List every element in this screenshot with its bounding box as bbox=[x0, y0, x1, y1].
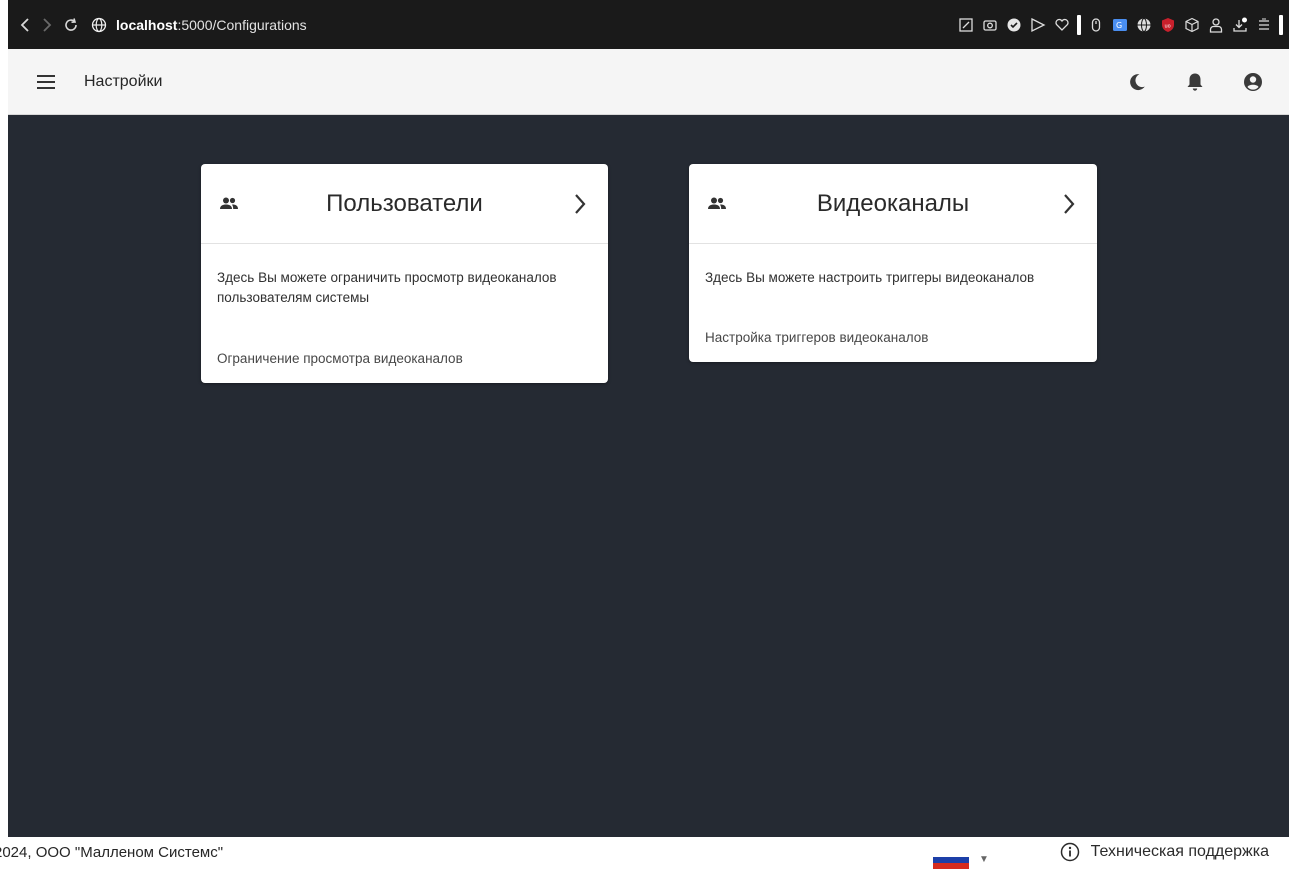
toolbar-divider bbox=[1077, 14, 1081, 35]
card-videochannels[interactable]: Видеоканалы Здесь Вы можете настроить тр… bbox=[689, 164, 1097, 362]
profile-icon[interactable] bbox=[1207, 16, 1225, 34]
ublock-icon[interactable]: uo bbox=[1159, 16, 1177, 34]
globe-extension-icon[interactable] bbox=[1135, 16, 1153, 34]
card-users[interactable]: Пользователи Здесь Вы можете ограничить … bbox=[201, 164, 608, 383]
card-title: Видеоканалы bbox=[816, 189, 970, 217]
send-icon[interactable] bbox=[1029, 16, 1047, 34]
page-title: Настройки bbox=[84, 72, 163, 90]
downloads-icon[interactable] bbox=[1231, 16, 1249, 34]
chevron-down-icon: ▼ bbox=[979, 853, 989, 865]
card-header[interactable]: Видеоканалы bbox=[689, 164, 1097, 244]
mouse-icon[interactable] bbox=[1087, 16, 1105, 34]
chevron-right-icon[interactable] bbox=[1055, 190, 1083, 218]
chevron-right-icon[interactable] bbox=[566, 190, 594, 218]
url-path: :5000/Configurations bbox=[177, 16, 307, 33]
bell-icon[interactable] bbox=[1175, 62, 1215, 102]
hamburger-menu-icon[interactable] bbox=[26, 62, 66, 102]
russia-flag-icon bbox=[933, 851, 969, 869]
address-bar[interactable]: localhost:5000/Configurations bbox=[90, 10, 307, 40]
shield-check-icon[interactable] bbox=[1005, 16, 1023, 34]
card-header[interactable]: Пользователи bbox=[201, 164, 608, 244]
copyright-text: 2024, ООО "Малленом Системс" bbox=[0, 844, 224, 861]
forward-icon[interactable] bbox=[36, 14, 58, 36]
cube-icon[interactable] bbox=[1183, 16, 1201, 34]
menu-icon[interactable] bbox=[1255, 16, 1273, 34]
browser-toolbar: localhost:5000/Configurations G uo bbox=[8, 0, 1289, 49]
people-icon bbox=[217, 192, 241, 216]
card-title: Пользователи bbox=[326, 189, 483, 217]
card-link-trigger-settings[interactable]: Настройка триггеров видеоканалов bbox=[705, 330, 928, 345]
reload-icon[interactable] bbox=[60, 14, 82, 36]
toolbar-edge bbox=[1279, 14, 1283, 35]
edit-page-icon[interactable] bbox=[957, 16, 975, 34]
heart-icon[interactable] bbox=[1053, 16, 1071, 34]
svg-text:uo: uo bbox=[1165, 23, 1171, 29]
screenshot-icon[interactable] bbox=[981, 16, 999, 34]
support-text: Техническая поддержка bbox=[1090, 843, 1269, 860]
dark-mode-icon[interactable] bbox=[1117, 62, 1157, 102]
svg-text:G: G bbox=[1116, 21, 1122, 30]
browser-window: localhost:5000/Configurations G uo Настр… bbox=[8, 0, 1289, 868]
account-icon[interactable] bbox=[1233, 62, 1273, 102]
main-content: Пользователи Здесь Вы можете ограничить … bbox=[8, 115, 1289, 837]
header-actions bbox=[1117, 62, 1273, 102]
info-icon bbox=[1059, 841, 1081, 863]
card-link-restrict-viewing[interactable]: Ограничение просмотра видеоканалов bbox=[217, 351, 463, 366]
support-link[interactable]: Техническая поддержка bbox=[1059, 841, 1269, 863]
url-host: localhost bbox=[116, 16, 178, 33]
card-description: Здесь Вы можете ограничить просмотр виде… bbox=[217, 270, 557, 305]
extension-toolbar: G uo bbox=[957, 0, 1283, 49]
card-description: Здесь Вы можете настроить триггеры видео… bbox=[705, 270, 1035, 285]
url-text: localhost:5000/Configurations bbox=[116, 17, 307, 33]
back-icon[interactable] bbox=[14, 14, 36, 36]
footer: 2024, ООО "Малленом Системс" ▼ Техническ… bbox=[0, 837, 1281, 869]
globe-icon bbox=[90, 16, 108, 34]
app-header: Настройки bbox=[8, 49, 1289, 115]
language-select[interactable]: ▼ bbox=[933, 845, 989, 869]
people-icon bbox=[705, 192, 729, 216]
translate-icon[interactable]: G bbox=[1111, 16, 1129, 34]
